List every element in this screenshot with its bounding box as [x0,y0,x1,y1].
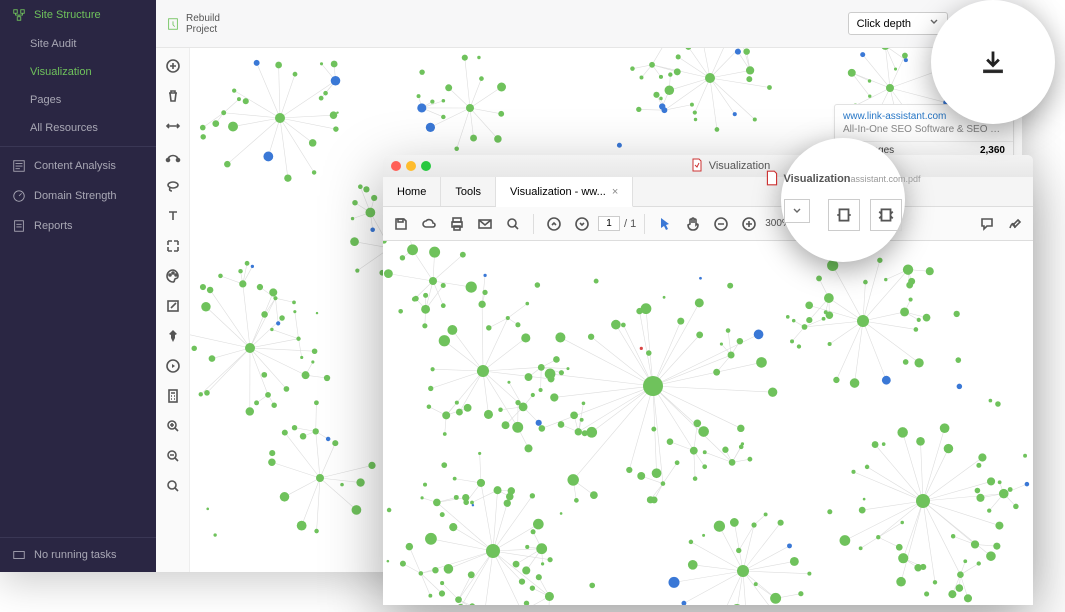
reports-icon [12,219,26,233]
expand-icon[interactable] [161,234,185,258]
fit-width-icon[interactable] [828,199,860,231]
download-button-zoomed[interactable] [979,48,1007,76]
tasks-icon [12,548,26,562]
rebuild-icon [166,17,180,31]
fit-page-icon[interactable] [870,199,902,231]
comment-icon[interactable] [975,212,999,236]
sidebar-label: Site Audit [30,38,76,50]
print-icon[interactable] [445,212,469,236]
edit-icon[interactable] [161,294,185,318]
sidebar-label: Pages [30,94,61,106]
search-icon[interactable] [501,212,525,236]
trash-icon[interactable] [161,84,185,108]
sidebar-item-domain-strength[interactable]: Domain Strength [0,181,156,211]
pdf-title-zoomed: Visualizationassistant.com.pdf [783,173,920,185]
sidebar-item-site-structure[interactable]: Site Structure [0,0,156,30]
pdf-tabs: Home Tools Visualization - ww...× [383,177,1033,207]
page-input[interactable] [598,216,620,231]
sidebar-label: All Resources [30,122,98,134]
cloud-icon[interactable] [417,212,441,236]
pdf-file-icon [691,158,703,175]
curve-icon[interactable] [161,144,185,168]
sidebar-item-site-audit[interactable]: Site Audit [0,30,156,58]
palette-icon[interactable] [161,264,185,288]
vertical-toolstrip [156,48,190,572]
select-label: Click depth [857,18,911,30]
chevron-down-icon [929,17,939,30]
calculator-icon[interactable] [161,384,185,408]
pdf-tab-home[interactable]: Home [383,177,441,206]
close-tab-icon[interactable]: × [612,186,618,198]
content-icon [12,159,26,173]
minimize-icon[interactable] [406,161,416,171]
sidebar-label: Content Analysis [34,160,116,172]
close-icon[interactable] [391,161,401,171]
structure-icon [12,8,26,22]
dropdown-button[interactable] [784,199,810,223]
footer-label: No running tasks [34,549,117,561]
pdf-tab-file[interactable]: Visualization - ww...× [496,177,633,207]
sidebar-label: Visualization [30,66,92,78]
info-desc: All-In-One SEO Software & SEO Tools | SE… [835,124,1013,142]
sidebar-label: Domain Strength [34,190,117,202]
zoom-out-icon[interactable] [709,212,733,236]
pin-icon[interactable] [161,324,185,348]
sidebar: Site Structure Site Audit Visualization … [0,0,156,572]
topbar: RebuildProject Click depth [156,0,1022,48]
sidebar-item-reports[interactable]: Reports [0,211,156,241]
play-icon[interactable] [161,354,185,378]
text-icon[interactable] [161,204,185,228]
add-icon[interactable] [161,54,185,78]
arrows-h-icon[interactable] [161,114,185,138]
rebuild-button[interactable]: RebuildProject [166,13,220,35]
zoom-out-icon[interactable] [161,444,185,468]
sidebar-item-pages[interactable]: Pages [0,86,156,114]
download-callout [931,0,1055,124]
page-up-icon[interactable] [542,212,566,236]
page-total: / 1 [624,218,636,230]
pointer-icon[interactable] [653,212,677,236]
pdf-toolbar: / 1 300% [383,207,1033,241]
sign-icon[interactable] [1003,212,1027,236]
hand-icon[interactable] [681,212,705,236]
pdf-canvas[interactable] [383,241,1033,605]
pdf-tab-tools[interactable]: Tools [441,177,496,206]
strength-icon [12,189,26,203]
pdf-titlebar[interactable]: Visualization [383,155,1033,177]
sidebar-label: Site Structure [34,9,101,21]
sidebar-item-visualization[interactable]: Visualization [0,58,156,86]
lasso-icon[interactable] [161,174,185,198]
zoom-in-icon[interactable] [161,414,185,438]
zoom-reset-icon[interactable] [161,474,185,498]
pdf-file-icon [765,170,779,189]
mail-icon[interactable] [473,212,497,236]
pdf-title: Visualization [436,158,1025,175]
rebuild-label-1: Rebuild [186,13,220,24]
sidebar-item-all-resources[interactable]: All Resources [0,114,156,142]
click-depth-select[interactable]: Click depth [848,12,948,35]
zoom-in-icon[interactable] [737,212,761,236]
pdf-window: Visualization Home Tools Visualization -… [383,155,1033,605]
maximize-icon[interactable] [421,161,431,171]
pdf-title-callout: Visualizationassistant.com.pdf [781,138,905,262]
sidebar-item-content-analysis[interactable]: Content Analysis [0,151,156,181]
page-down-icon[interactable] [570,212,594,236]
save-icon[interactable] [389,212,413,236]
sidebar-label: Reports [34,220,73,232]
rebuild-label-2: Project [186,24,220,35]
sidebar-footer[interactable]: No running tasks [0,537,156,572]
